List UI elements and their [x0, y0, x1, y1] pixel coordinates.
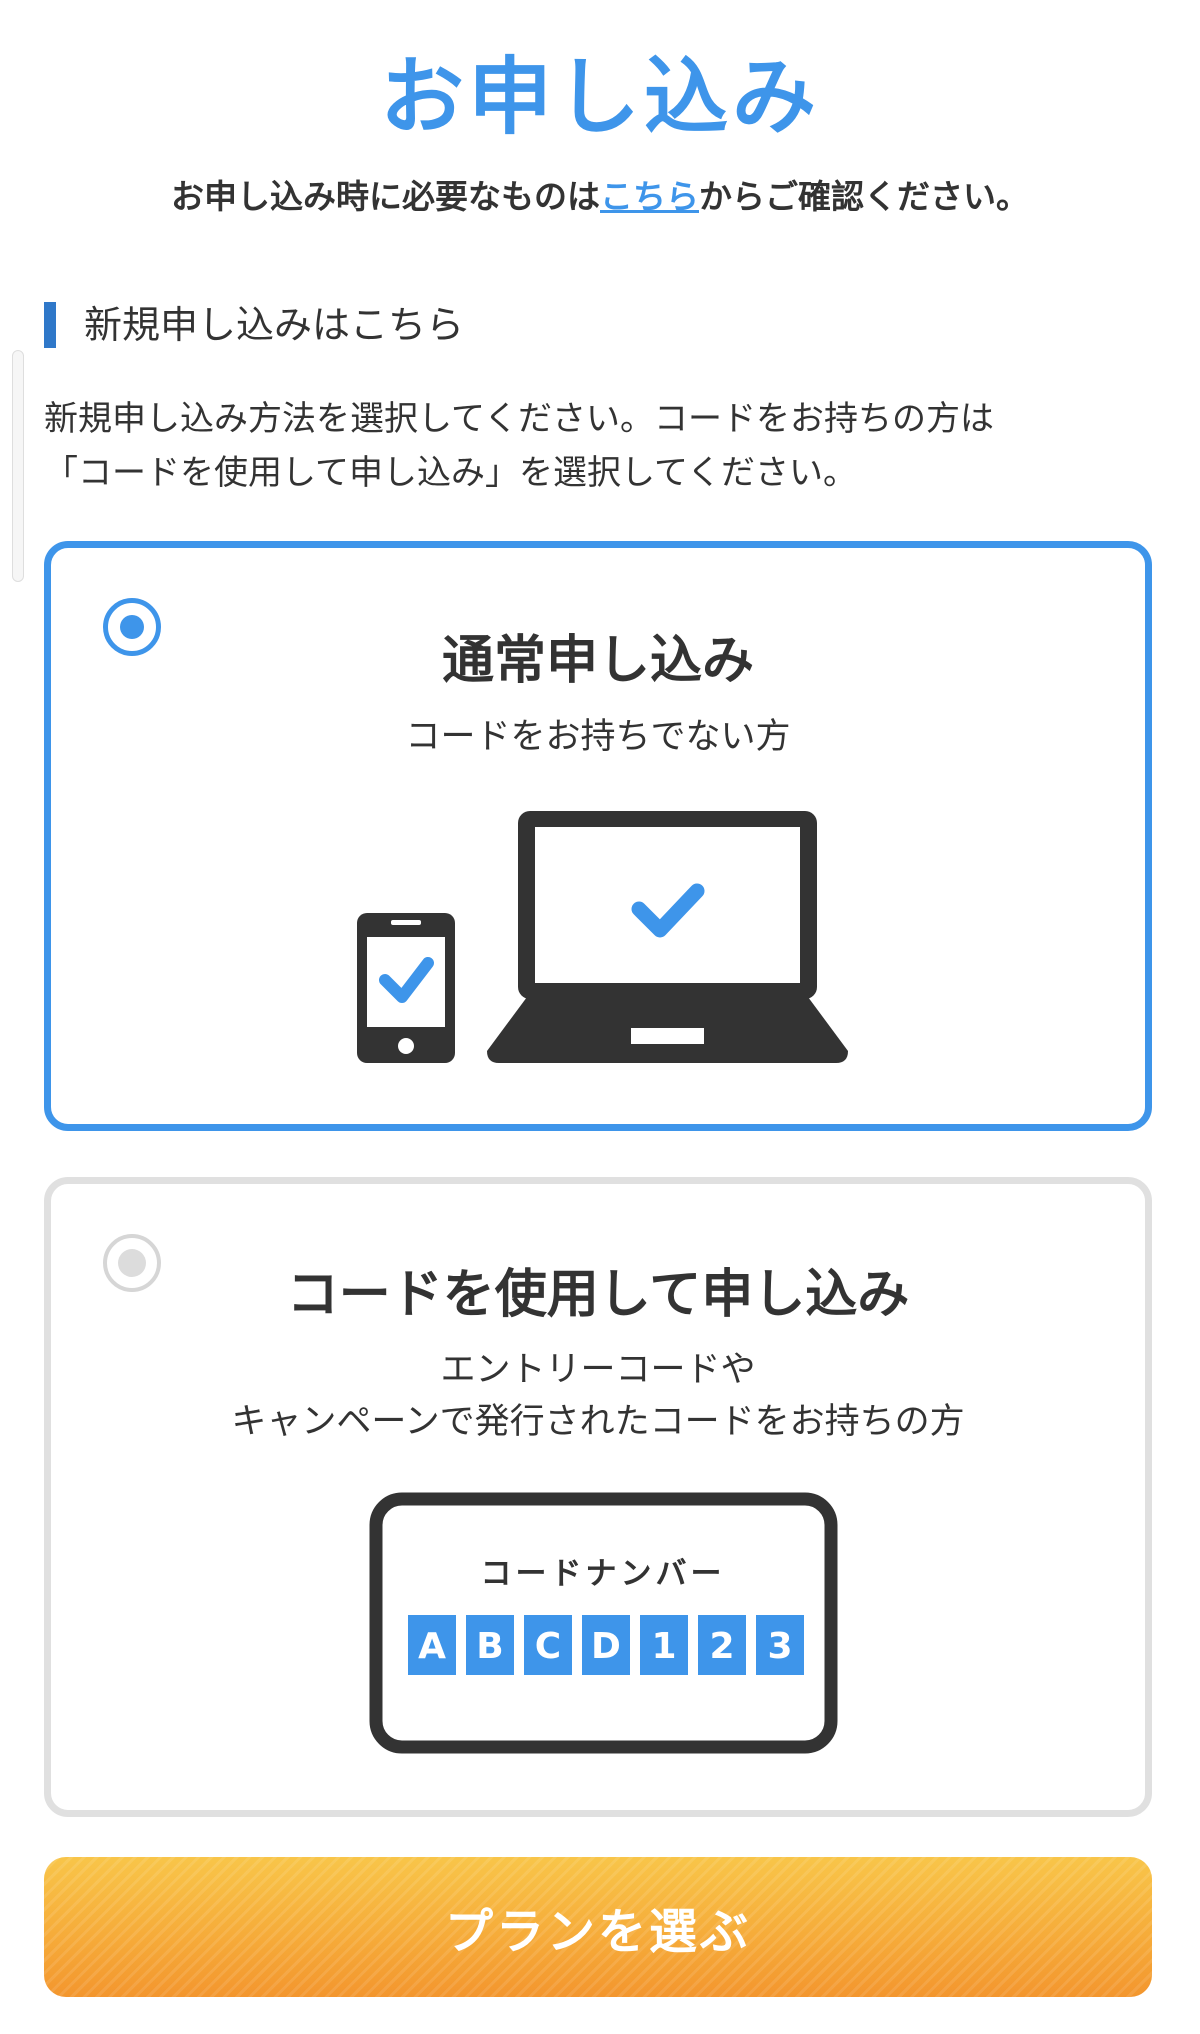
scrollbar[interactable] — [12, 350, 24, 582]
option-normal-application[interactable]: 通常申し込み コードをお持ちでない方 — [44, 541, 1152, 1131]
notice-text-after: からご確認ください。 — [699, 177, 1029, 216]
instructions-line-2: 「コードを使用して申し込み」を選択してください。 — [44, 453, 857, 493]
code-number-label: コードナンバー — [481, 1556, 726, 1592]
instructions-line-1: 新規申し込み方法を選択してください。コードをお持ちの方は — [44, 399, 994, 439]
page-title: お申し込み — [379, 48, 820, 146]
code-number-card-icon: コードナンバー A B C D 1 2 3 — [369, 1492, 838, 1754]
code-char: B — [476, 1626, 503, 1667]
choose-plan-button[interactable]: プランを選ぶ — [44, 1857, 1152, 1997]
code-char-cells: A B C D 1 2 3 — [408, 1615, 804, 1675]
code-char: 1 — [651, 1626, 676, 1667]
code-char: 3 — [767, 1626, 792, 1667]
code-char: D — [591, 1626, 621, 1667]
required-items-notice: お申し込み時に必要なものはこちらからご確認ください。 — [0, 170, 1200, 218]
smartphone-and-laptop-icon — [357, 811, 848, 1063]
option-code-application[interactable]: コードを使用して申し込み エントリーコードや キャンペーンで発行されたコードをお… — [44, 1177, 1152, 1817]
instructions: 新規申し込み方法を選択してください。コードをお持ちの方は 「コードを使用して申し… — [44, 392, 1154, 500]
code-char: A — [418, 1626, 446, 1667]
code-char: C — [535, 1626, 561, 1667]
code-char: 2 — [709, 1626, 734, 1667]
required-items-link[interactable]: こちら — [600, 177, 699, 216]
section-heading-new-application: 新規申し込みはこちら — [44, 302, 464, 348]
notice-text-before: お申し込み時に必要なものは — [171, 177, 600, 216]
